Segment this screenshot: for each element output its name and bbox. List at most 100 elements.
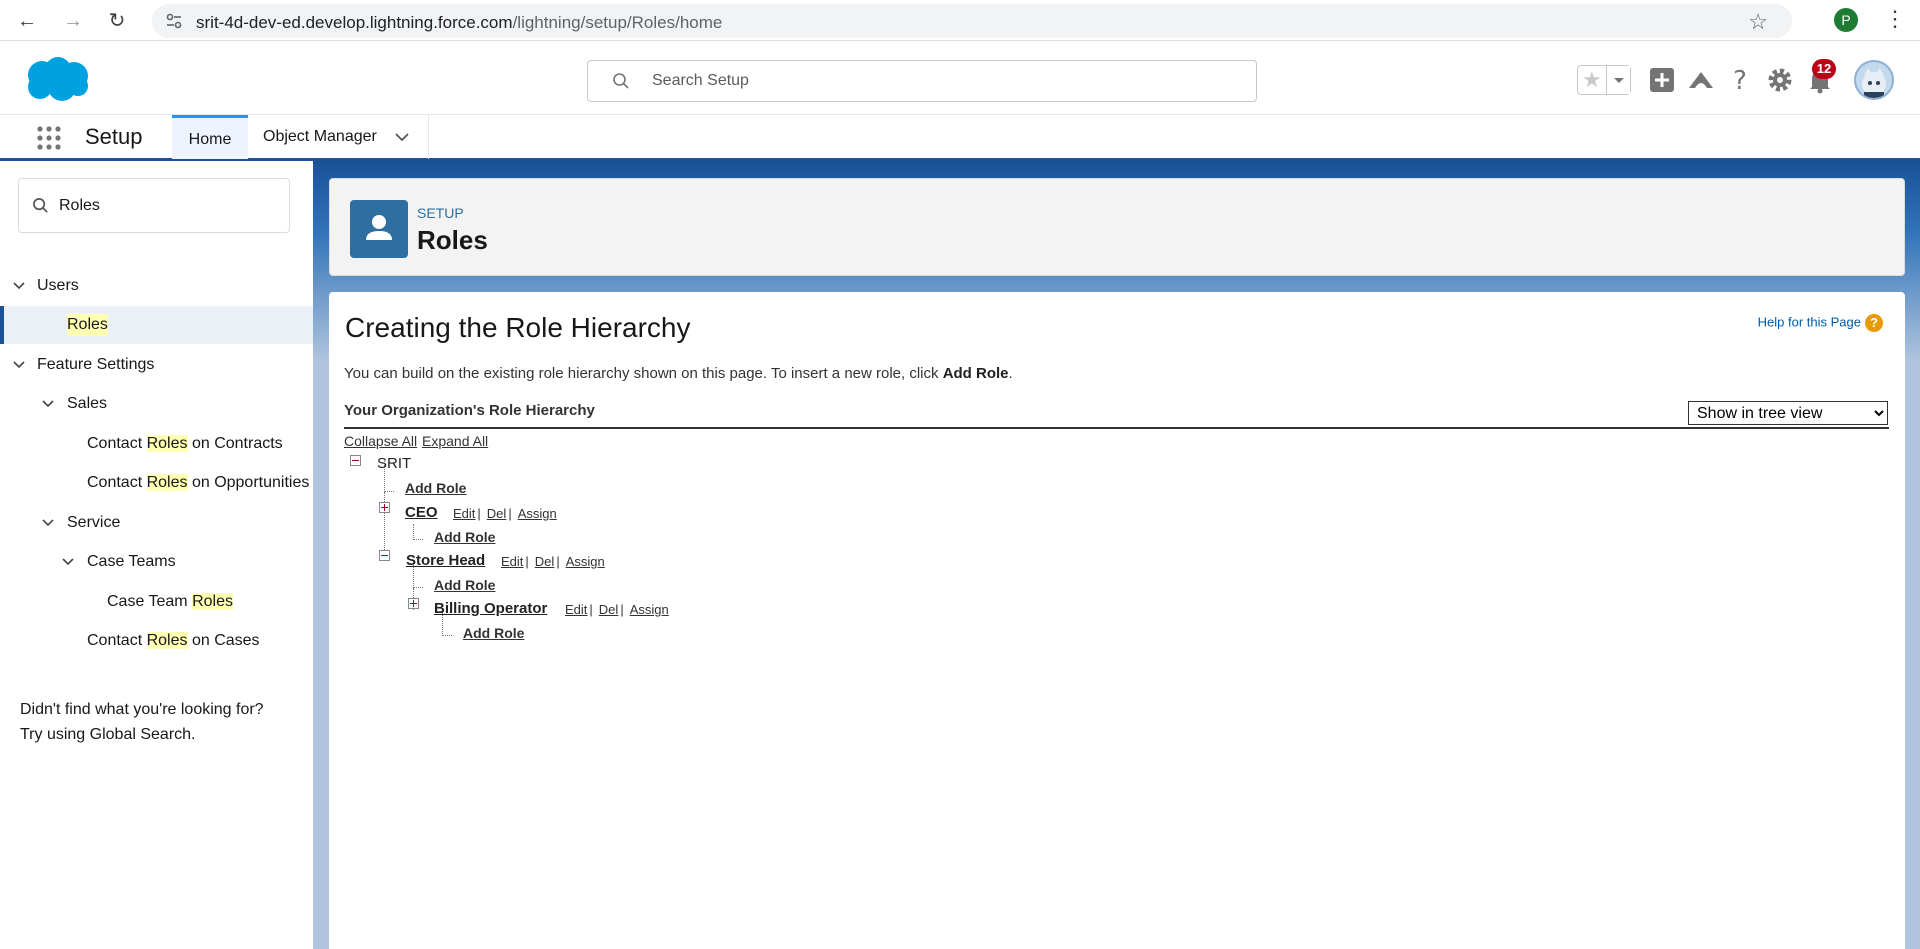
back-icon[interactable]: ← — [12, 6, 42, 36]
role-ceo[interactable]: CEO — [405, 504, 438, 521]
sidebar-item-contact-roles-contracts[interactable]: Contact Roles on Contracts — [0, 425, 313, 463]
intro-text-bold: Add Role — [942, 365, 1009, 382]
trailhead-icon[interactable] — [1685, 64, 1717, 96]
notification-count-badge: 12 — [1812, 59, 1836, 79]
sidebar-item-contact-roles-opportunities[interactable]: Contact Roles on Opportunities — [0, 464, 313, 502]
add-role-link[interactable]: Add Role — [434, 529, 495, 545]
url-host: srit-4d-dev-ed.develop.lightning.force.c… — [196, 13, 513, 32]
add-role-link[interactable]: Add Role — [463, 625, 524, 641]
user-role-icon — [350, 200, 408, 258]
chevron-down-icon[interactable] — [12, 280, 26, 292]
collapse-toggle-icon[interactable] — [379, 550, 390, 561]
label-suffix: on Cases — [187, 632, 260, 649]
help-icon[interactable]: ? — [1724, 64, 1756, 96]
intro-text-body: You can build on the existing role hiera… — [344, 365, 943, 382]
sidebar-item-label: Contact Roles on Opportunities — [87, 464, 309, 502]
chevron-down-icon[interactable] — [41, 398, 55, 410]
global-search-box[interactable] — [587, 60, 1257, 102]
astro-avatar-icon — [1862, 68, 1886, 98]
sidebar-item-label: Sales — [67, 395, 108, 412]
person-icon — [366, 215, 392, 240]
address-bar[interactable]: srit-4d-dev-ed.develop.lightning.force.c… — [152, 4, 1792, 38]
role-actions: Edit | Del | Assign — [501, 554, 605, 569]
chevron-down-icon[interactable] — [41, 517, 55, 529]
delete-link[interactable]: Del — [487, 506, 507, 521]
assign-link[interactable]: Assign — [518, 506, 557, 521]
chevron-down-icon[interactable] — [392, 127, 412, 147]
role-store-head[interactable]: Store Head — [406, 552, 485, 569]
svg-text:?: ? — [1733, 66, 1747, 96]
forward-icon[interactable]: → — [58, 6, 88, 36]
sidebar-help-text: Didn't find what you're looking for? Try… — [20, 697, 264, 747]
separator: | — [525, 554, 529, 569]
view-mode-select[interactable]: Show in tree view — [1688, 401, 1888, 425]
help-for-page-link[interactable]: Help for this Page? — [1758, 314, 1883, 332]
add-role-link[interactable]: Add Role — [434, 577, 495, 593]
tab-home-label: Home — [188, 131, 232, 148]
chevron-down-icon[interactable] — [61, 556, 75, 568]
sidebar-item-case-teams[interactable]: Case Teams — [0, 543, 313, 581]
delete-link[interactable]: Del — [599, 602, 619, 617]
expand-toggle-icon[interactable] — [379, 502, 390, 513]
bookmark-star-icon[interactable]: ☆ — [1748, 9, 1768, 35]
edit-link[interactable]: Edit — [565, 602, 587, 617]
sidebar-item-label: Users — [37, 277, 79, 294]
assign-link[interactable]: Assign — [566, 554, 605, 569]
global-actions-icon[interactable] — [1646, 64, 1678, 96]
sidebar-item-label: Contact Roles on Cases — [87, 622, 260, 660]
sidebar-item-service[interactable]: Service — [0, 504, 313, 542]
context-navigation-bar: Setup Home Object Manager — [0, 114, 1920, 161]
expand-all-link[interactable]: Expand All — [422, 433, 488, 449]
app-name: Setup — [85, 124, 143, 149]
tab-home[interactable]: Home — [172, 115, 248, 159]
sidebar-item-sales[interactable]: Sales — [0, 385, 313, 423]
help-line-2: Try using Global Search. — [20, 726, 196, 743]
quick-find-box[interactable] — [18, 178, 290, 233]
tab-object-manager-label: Object Manager — [263, 128, 377, 145]
search-match-highlight: Roles — [146, 474, 188, 491]
browser-menu-icon[interactable]: ⋮ — [1884, 6, 1906, 32]
quick-find-input[interactable] — [59, 194, 279, 218]
role-actions: Edit | Del | Assign — [453, 506, 557, 521]
help-link-label: Help for this Page — [1757, 314, 1861, 330]
tab-object-manager[interactable]: Object Manager — [248, 115, 429, 159]
sidebar-item-users[interactable]: Users — [0, 267, 313, 305]
browser-profile-avatar[interactable]: P — [1834, 8, 1858, 32]
search-icon — [613, 73, 629, 89]
expand-toggle-icon[interactable] — [408, 598, 419, 609]
salesforce-logo[interactable] — [20, 55, 92, 105]
user-avatar[interactable] — [1854, 60, 1894, 100]
tree-connector — [442, 635, 452, 636]
sidebar-item-label: Contact Roles on Contracts — [87, 425, 283, 463]
edit-link[interactable]: Edit — [453, 506, 475, 521]
app-launcher-icon[interactable] — [36, 125, 62, 151]
sidebar-item-roles[interactable]: Roles — [0, 306, 313, 344]
help-line-1: Didn't find what you're looking for? — [20, 701, 264, 718]
delete-link[interactable]: Del — [535, 554, 555, 569]
chevron-down-icon[interactable] — [12, 359, 26, 371]
favorites-group: ★ — [1577, 65, 1631, 95]
collapse-toggle-icon[interactable] — [350, 455, 361, 466]
site-info-icon[interactable] — [164, 11, 184, 31]
sidebar-item-contact-roles-cases[interactable]: Contact Roles on Cases — [0, 622, 313, 660]
sidebar-item-case-team-roles[interactable]: Case Team Roles — [0, 583, 313, 621]
label-prefix: Contact — [87, 435, 147, 452]
label-suffix: on Opportunities — [187, 474, 310, 491]
gear-icon[interactable] — [1764, 64, 1796, 96]
favorites-dropdown-button[interactable] — [1606, 66, 1630, 94]
assign-link[interactable]: Assign — [630, 602, 669, 617]
collapse-all-link[interactable]: Collapse All — [344, 433, 417, 449]
main-content-card: Creating the Role Hierarchy Help for thi… — [329, 292, 1905, 949]
edit-link[interactable]: Edit — [501, 554, 523, 569]
url-text: srit-4d-dev-ed.develop.lightning.force.c… — [196, 13, 722, 33]
favorites-star-icon[interactable]: ★ — [1582, 67, 1602, 93]
add-role-link[interactable]: Add Role — [405, 480, 466, 496]
sidebar-item-label: Service — [67, 514, 121, 531]
sidebar-item-feature-settings[interactable]: Feature Settings — [0, 346, 313, 384]
search-setup-input[interactable] — [652, 69, 1232, 93]
role-billing-operator[interactable]: Billing Operator — [434, 600, 547, 617]
url-path: /lightning/setup/Roles/home — [512, 13, 723, 32]
hierarchy-divider — [344, 427, 1889, 429]
reload-icon[interactable]: ↻ — [102, 6, 132, 36]
page-header: SETUP Roles — [329, 178, 1905, 276]
